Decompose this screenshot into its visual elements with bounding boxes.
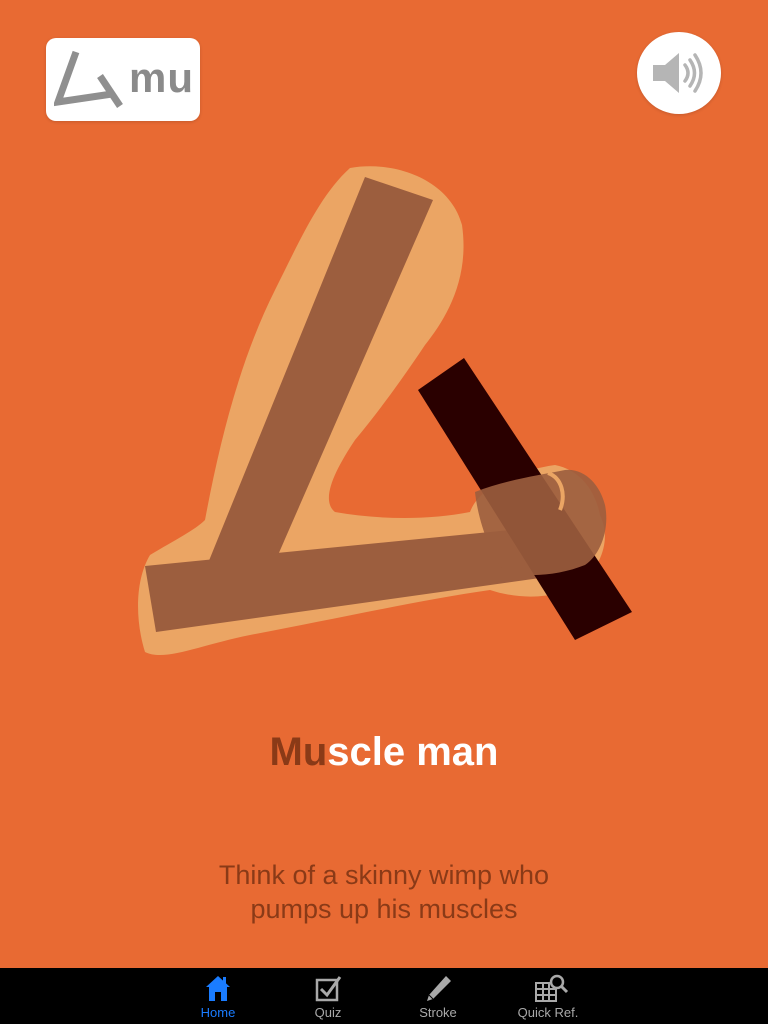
tab-quick-ref[interactable]: Quick Ref. [493,968,603,1024]
kana-mu-glyph-icon [54,50,123,108]
tab-quiz[interactable]: Quiz [273,968,383,1024]
bottom-tab-bar: Home Quiz Stroke Quick Ref. [0,968,768,1024]
kana-romaji-label: mu [129,54,194,101]
play-sound-button[interactable] [637,32,721,114]
mnemonic-title-rest: scle man [327,730,499,774]
pencil-icon [427,976,451,1001]
mnemonic-description-line: Think of a skinny wimp who [218,860,550,890]
kana-card: mu [46,38,200,121]
tab-quick-ref-label: Quick Ref. [517,1005,579,1020]
tab-stroke[interactable]: Stroke [383,968,493,1024]
home-icon [206,976,230,1001]
mnemonic-description: Think of a skinny wimp who pumps up his … [134,858,634,926]
tab-stroke-label: Stroke [419,1005,457,1020]
checkbox-icon [315,976,342,1002]
tab-home[interactable]: Home [163,968,273,1024]
mnemonic-description-line: pumps up his muscles [250,894,518,924]
muscle-man-mnemonic-illustration [138,166,632,656]
grid-magnifier-icon [535,974,569,1002]
app-screen: mu Muscle man Think of a skinny wimp who… [0,0,768,968]
speaker-icon [653,53,703,93]
mnemonic-title: Muscle man [0,730,768,775]
mnemonic-title-highlight: Mu [269,730,328,774]
tab-home-label: Home [200,1005,236,1020]
tab-quiz-label: Quiz [314,1005,342,1020]
